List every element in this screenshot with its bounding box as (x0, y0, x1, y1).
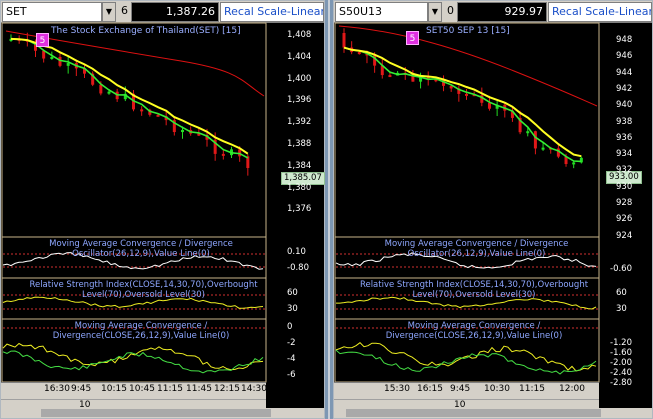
axis-tick-label: -1.20 (610, 338, 632, 348)
axis-tick-label: -2 (287, 338, 296, 348)
candle-body (388, 75, 392, 78)
trading-screen: SET ▼ 6 1,387.26 Recal Scale-Linear 5 Th… (0, 0, 653, 419)
axis-tick-label: 932 (616, 165, 633, 176)
candle-body (357, 52, 361, 55)
axis-tick-label: 942 (616, 83, 633, 94)
axis-tick-label: 1,400 (287, 73, 312, 84)
axis-tick-label: 940 (616, 100, 633, 111)
axis-tick-label: 1,388 (287, 139, 312, 149)
time-tick-label: 10:45 (129, 384, 155, 394)
axis-tick-label: -2.40 (610, 368, 632, 378)
candle-body (342, 33, 346, 48)
axis-tick-label: 0 (287, 322, 293, 332)
axis-tick-label: 1,376 (287, 204, 312, 215)
time-tick-label: 10:15 (101, 384, 127, 394)
axis-tick-label: 948 (616, 35, 633, 45)
set-chart-window: SET ▼ 6 1,387.26 Recal Scale-Linear 5 Th… (0, 0, 325, 419)
horizontal-scrollbar[interactable] (1, 408, 324, 418)
axis-tick-label: 946 (616, 51, 633, 62)
time-tick-label: 12:00 (559, 384, 585, 394)
candle-body (66, 63, 70, 66)
axis-tick-label: 1,396 (287, 95, 312, 106)
time-tick-label: 11:45 (186, 384, 212, 394)
axis-tick-label: 936 (616, 132, 633, 143)
rsi-title: Relative Strength Index(CLOSE,14,30,70),… (29, 280, 258, 300)
candle-body (526, 131, 530, 134)
rsi-title: Relative Strength Index(CLOSE,14,30,70),… (359, 280, 589, 300)
axis-tick-label: 1,404 (287, 51, 312, 62)
macd-oscillator-title: Moving Average Convergence / Divergence O… (384, 239, 569, 259)
axis-tick-label: -1.60 (610, 348, 632, 358)
time-tick-label: 11:15 (519, 384, 545, 394)
axis-tick-label: 924 (616, 230, 633, 241)
axis-tick-label: 1,384 (287, 160, 312, 171)
candle-body (572, 162, 576, 165)
axis-tick-label: 60 (287, 288, 298, 298)
s50-chart-canvas[interactable] (334, 1, 653, 419)
chart-title: SET50 SEP 13 [15] (426, 26, 510, 36)
axis-tick-label: 930 (616, 181, 633, 192)
macd-title: Moving Average Convergence / Divergence(C… (385, 321, 563, 341)
scrollbar-thumb[interactable] (41, 409, 271, 417)
candle-body (181, 129, 184, 133)
axis-tick-label: 926 (616, 214, 633, 225)
scrollbar-thumb[interactable] (346, 409, 601, 417)
time-tick-label: 9:45 (71, 384, 92, 394)
panel-splitter[interactable] (325, 0, 333, 419)
event-marker[interactable]: 5 (36, 33, 49, 47)
time-tick-label: 16:30 (44, 384, 70, 394)
candle-body (533, 131, 537, 149)
chart-title: The Stock Exchange of Thailand(SET) [15] (51, 26, 241, 36)
pane-border (1, 22, 267, 238)
ma-fast-line (10, 37, 249, 155)
macd-line (2, 342, 264, 371)
candle-body (140, 109, 144, 112)
axis-tick-label: -0.80 (287, 263, 309, 273)
time-tick-label: 9:45 (450, 384, 471, 394)
axis-tick-label: 1,380 (287, 182, 312, 193)
axis-tick-label: 30 (287, 304, 298, 314)
axis-tick-label: -6 (287, 370, 296, 380)
time-tick-label: 10:30 (484, 384, 510, 394)
time-tick-label: 12:15 (214, 384, 240, 394)
candle-body (487, 102, 491, 109)
set-chart-canvas[interactable] (1, 1, 326, 419)
splitter-line (328, 0, 330, 419)
macd-title: Moving Average Convergence / Divergence(C… (52, 321, 230, 341)
s50-chart-window: S50U13 ▼ 0 929.97 Recal Scale-Linear 5 S… (333, 0, 653, 419)
candle-body (99, 84, 103, 94)
axis-tick-label: 30 (616, 304, 627, 314)
macd-line (335, 342, 597, 372)
axis-tick-label: 938 (616, 116, 633, 127)
ma-mid-line (10, 38, 249, 159)
axis-tick-label: 928 (616, 198, 633, 208)
axis-tick-label: 0.10 (287, 247, 306, 257)
macd-oscillator-title: Moving Average Convergence / Divergence O… (49, 239, 233, 259)
ma-mid-line (343, 46, 582, 163)
candle-body (50, 56, 54, 59)
axis-tick-label: 60 (616, 288, 627, 298)
macd-signal-line (335, 349, 597, 375)
event-marker[interactable]: 5 (406, 31, 419, 45)
axis-tick-label: -4 (287, 354, 296, 364)
time-tick-label: 15:30 (384, 384, 410, 394)
axis-tick-label: -2.00 (610, 358, 632, 368)
axis-tick-label: 934 (616, 149, 633, 160)
time-tick-label: 16:15 (417, 384, 443, 394)
candle-body (465, 93, 468, 96)
axis-tick-label: -2.80 (610, 378, 632, 388)
horizontal-scrollbar[interactable] (334, 408, 652, 418)
candle-body (156, 114, 160, 117)
axis-tick-label: 1,408 (287, 30, 312, 40)
candle-body (221, 153, 225, 156)
candle-body (541, 147, 545, 150)
candle-body (107, 91, 111, 94)
axis-tick-label: 1,392 (287, 117, 312, 128)
axis-tick-label: -0.60 (610, 264, 632, 274)
time-tick-label: 11:15 (157, 384, 183, 394)
axis-tick-label: 944 (616, 67, 633, 78)
time-tick-label: 14:30 (241, 384, 267, 394)
